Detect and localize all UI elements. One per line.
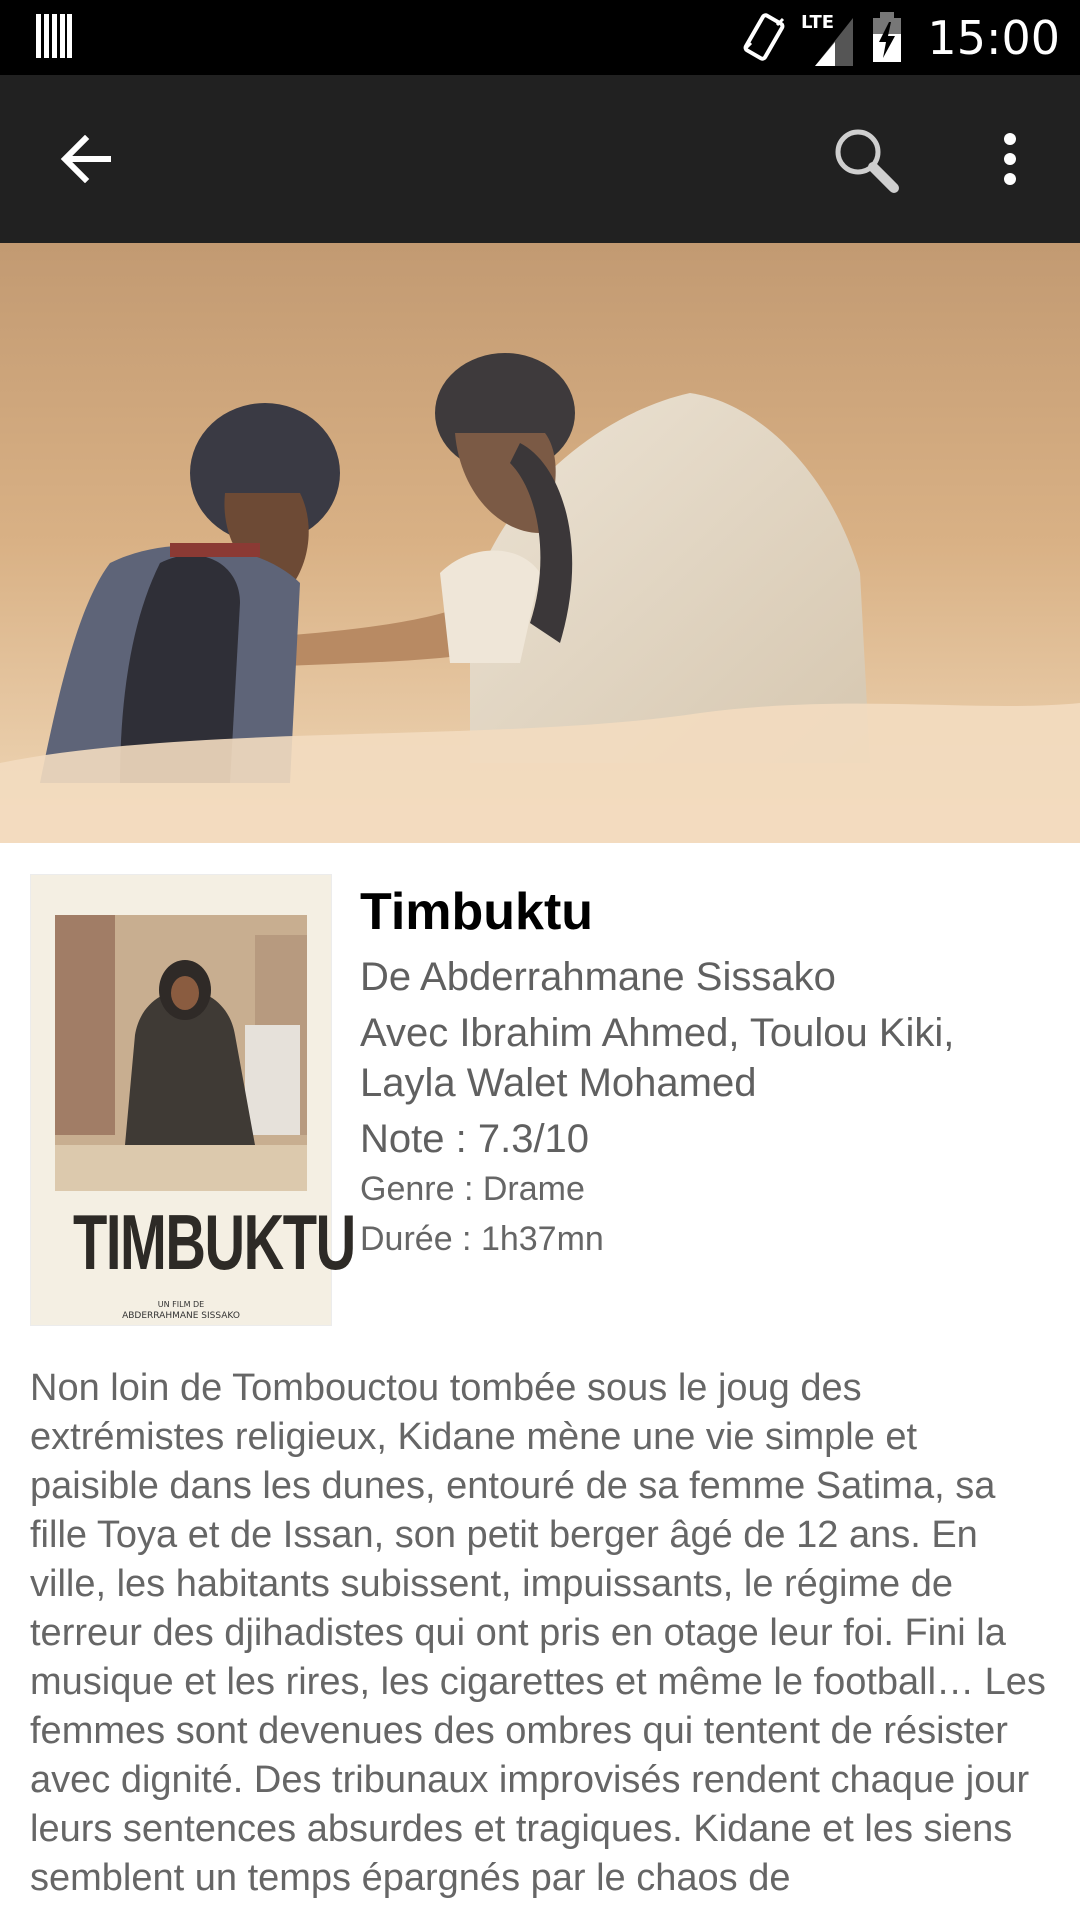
battery-charging-icon [873,11,902,62]
search-icon [835,129,899,193]
poster-credit-name: ABDERRAHMANE SISSAKO [122,1311,240,1321]
movie-title: Timbuktu [360,883,594,941]
barcode-icon [36,14,72,58]
network-type-label: LTE [801,12,834,33]
vibrate-icon [743,12,785,61]
back-arrow-icon [60,135,111,183]
movie-director: De Abderrahmane Sissako [360,955,836,999]
status-icons: LTE 15:00 [741,0,1060,75]
movie-duration: Durée : 1h37mn [360,1220,604,1258]
poster-scene [55,915,307,1191]
movie-info: Timbuktu De Abderrahmane Sissako Avec Ib… [360,880,1050,1264]
poster-title: TIMBUKTU [72,1198,356,1286]
hero-scene [0,243,1080,843]
movie-rating: Note : 7.3/10 [360,1117,590,1161]
movie-genre: Genre : Drame [360,1170,585,1208]
status-time: 15:00 [927,10,1060,65]
lte-signal-icon: LTE [801,12,854,66]
search-button[interactable] [810,75,920,243]
status-bar: LTE 15:00 [0,0,1080,75]
poster-image [55,915,307,1191]
hero-image [0,243,1080,843]
movie-cast: Avec Ibrahim Ahmed, Toulou Kiki, Layla W… [360,1011,955,1105]
more-vert-icon [1004,133,1016,185]
app-bar [0,75,1080,243]
poster-credit-label: UN FILM DE [157,1300,205,1309]
back-button[interactable] [30,75,140,243]
movie-synopsis: Non loin de Tombouctou tombée sous le jo… [30,1367,1046,1899]
more-options-button[interactable] [955,75,1065,243]
movie-poster[interactable]: TIMBUKTU UN FILM DE ABDERRAHMANE SISSAKO [30,874,356,1326]
